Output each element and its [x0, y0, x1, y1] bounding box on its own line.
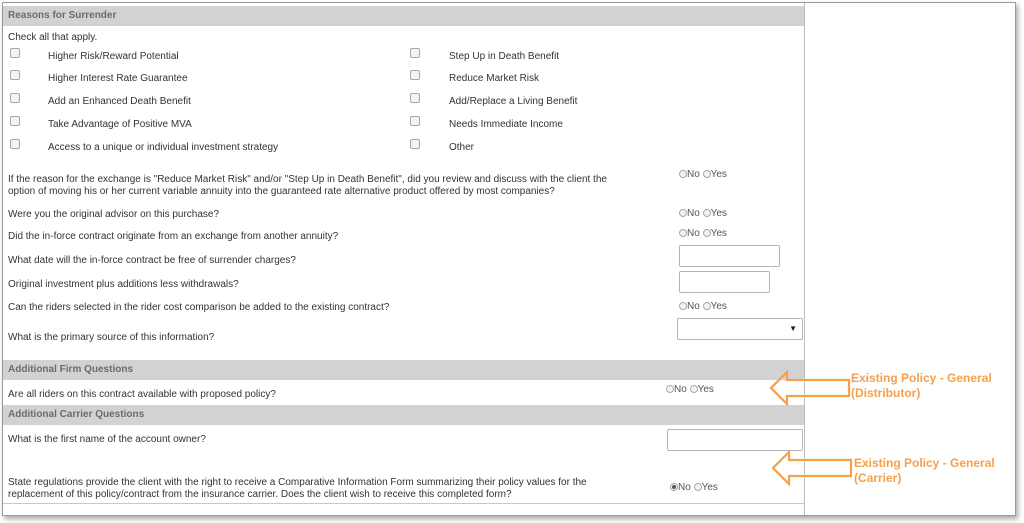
radio-yes[interactable]	[693, 483, 702, 491]
callout-existing-policy-distributor: Existing Policy - General (Distributor)	[851, 371, 992, 401]
label-higher-risk-reward: Higher Risk/Reward Potential	[48, 51, 179, 62]
check-all-instruction: Check all that apply.	[8, 32, 98, 43]
question-original-investment: Original investment plus additions less …	[8, 279, 239, 290]
label-unique-investment-strategy: Access to a unique or individual investm…	[48, 142, 279, 153]
surrender-free-date-input[interactable]	[679, 245, 780, 267]
radio-group-riders-available: No Yes	[666, 384, 714, 396]
question-comparative-form-line1: State regulations provide the client wit…	[8, 477, 587, 488]
radio-yes-label: Yes	[710, 228, 727, 239]
question-original-advisor: Were you the original advisor on this pu…	[8, 209, 220, 220]
radio-yes[interactable]	[702, 229, 711, 237]
checkbox-higher-risk-reward[interactable]	[10, 48, 20, 58]
question-free-of-surrender-charges: What date will the in-force contract be …	[8, 255, 296, 266]
form-right-border	[804, 3, 805, 515]
radio-group-reduce-market-risk: No Yes	[679, 169, 727, 181]
checkbox-unique-investment-strategy[interactable]	[10, 139, 20, 149]
callout-carrier-line1: Existing Policy - General	[854, 456, 995, 470]
label-living-benefit: Add/Replace a Living Benefit	[449, 96, 578, 107]
arrow-left-icon	[769, 370, 851, 406]
checkbox-reduce-market-risk[interactable]	[410, 70, 420, 80]
account-owner-first-name-input[interactable]	[667, 429, 803, 451]
checkbox-living-benefit[interactable]	[410, 93, 420, 103]
chevron-down-icon: ▼	[789, 324, 797, 333]
form-bottom-divider	[3, 503, 804, 504]
label-reduce-market-risk: Reduce Market Risk	[449, 73, 540, 84]
radio-no-label: No	[678, 482, 691, 493]
radio-no[interactable]	[666, 385, 674, 393]
radio-yes-label: Yes	[710, 301, 727, 312]
radio-yes[interactable]	[702, 302, 711, 310]
radio-no[interactable]	[679, 209, 687, 217]
radio-no-label: No	[687, 169, 700, 180]
checkbox-enhanced-death-benefit[interactable]	[10, 93, 20, 103]
radio-yes-label: Yes	[701, 482, 718, 493]
radio-no-label: No	[687, 208, 700, 219]
label-other: Other	[449, 142, 475, 153]
checkbox-other[interactable]	[410, 139, 420, 149]
question-comparative-information-form: State regulations provide the client wit…	[8, 477, 658, 501]
callout-distributor-line2: (Distributor)	[851, 386, 921, 400]
label-higher-interest-rate: Higher Interest Rate Guarantee	[48, 73, 188, 84]
original-investment-input[interactable]	[679, 271, 770, 293]
checkbox-higher-interest-rate[interactable]	[10, 70, 20, 80]
radio-group-original-advisor: No Yes	[679, 208, 727, 220]
label-step-up-death-benefit: Step Up in Death Benefit	[449, 51, 560, 62]
label-immediate-income: Needs Immediate Income	[449, 119, 563, 130]
question-reduce-market-risk-line2: option of moving his or her current vari…	[8, 186, 555, 197]
radio-group-comparative-form: No Yes	[670, 482, 718, 494]
radio-yes-label: Yes	[710, 208, 727, 219]
checkbox-immediate-income[interactable]	[410, 116, 420, 126]
question-in-force-exchange: Did the in-force contract originate from…	[8, 231, 339, 242]
arrow-left-icon	[771, 450, 853, 486]
checkbox-step-up-death-benefit[interactable]	[410, 48, 420, 58]
radio-group-in-force-exchange: No Yes	[679, 228, 727, 240]
question-riders-added: Can the riders selected in the rider cos…	[8, 302, 390, 313]
question-primary-source: What is the primary source of this infor…	[8, 332, 215, 343]
question-reduce-market-risk: If the reason for the exchange is "Reduc…	[8, 174, 668, 198]
section-header-additional-carrier-questions: Additional Carrier Questions	[3, 405, 804, 425]
checkbox-positive-mva[interactable]	[10, 116, 20, 126]
radio-yes[interactable]	[702, 170, 711, 178]
question-riders-available: Are all riders on this contract availabl…	[8, 389, 276, 400]
radio-no[interactable]	[679, 170, 687, 178]
section-header-additional-firm-questions: Additional Firm Questions	[3, 360, 804, 380]
radio-yes[interactable]	[689, 385, 698, 393]
callout-existing-policy-carrier: Existing Policy - General (Carrier)	[854, 456, 995, 486]
question-reduce-market-risk-line1: If the reason for the exchange is "Reduc…	[8, 174, 607, 185]
radio-yes[interactable]	[702, 209, 711, 217]
radio-no[interactable]	[679, 302, 687, 310]
section-header-reasons-for-surrender: Reasons for Surrender	[3, 6, 804, 26]
radio-yes-label: Yes	[710, 169, 727, 180]
radio-no-label: No	[687, 301, 700, 312]
radio-yes-label: Yes	[697, 384, 714, 395]
radio-no-label: No	[674, 384, 687, 395]
form-screenshot-frame: Reasons for Surrender Check all that app…	[2, 2, 1016, 516]
label-enhanced-death-benefit: Add an Enhanced Death Benefit	[48, 96, 191, 107]
callout-distributor-line1: Existing Policy - General	[851, 371, 992, 385]
radio-group-riders-added: No Yes	[679, 301, 727, 313]
question-comparative-form-line2: replacement of this policy/contract from…	[8, 489, 512, 500]
radio-no-label: No	[687, 228, 700, 239]
label-positive-mva: Take Advantage of Positive MVA	[48, 119, 192, 130]
radio-no-selected[interactable]	[670, 483, 678, 491]
callout-carrier-line2: (Carrier)	[854, 471, 902, 485]
question-account-owner-first-name: What is the first name of the account ow…	[8, 434, 206, 445]
radio-no[interactable]	[679, 229, 687, 237]
primary-source-select[interactable]: ▼	[677, 318, 803, 340]
